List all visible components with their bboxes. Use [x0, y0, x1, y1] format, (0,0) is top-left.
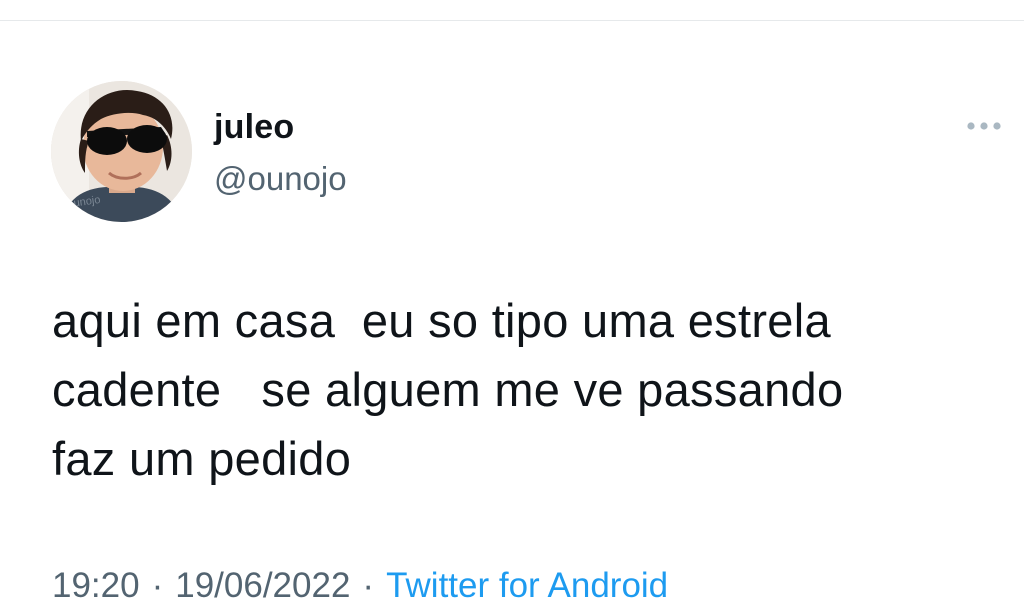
tweet-card: @ounojo juleo @ounojo aqui em casa eu so…: [0, 0, 1024, 611]
meta-separator: ·: [151, 566, 164, 605]
tweet-meta: 19:20 · 19/06/2022 · Twitter for Android: [52, 566, 668, 606]
display-name[interactable]: juleo: [214, 108, 294, 147]
tweet-date[interactable]: 19/06/2022: [175, 566, 350, 606]
meta-separator: ·: [362, 566, 375, 605]
source-link[interactable]: Twitter for Android: [386, 566, 668, 606]
tweet-time[interactable]: 19:20: [52, 566, 140, 606]
more-horizontal-icon: [966, 121, 1002, 131]
more-options-button[interactable]: [962, 112, 1006, 140]
avatar[interactable]: @ounojo: [51, 81, 192, 222]
user-handle[interactable]: @ounojo: [214, 160, 347, 198]
avatar-image: @ounojo: [51, 81, 192, 222]
tweet-text: aqui em casa eu so tipo uma estrela cade…: [52, 294, 844, 485]
